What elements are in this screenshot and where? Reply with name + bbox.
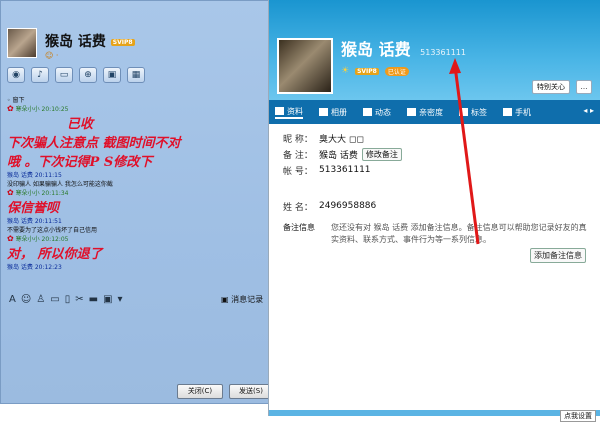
profile-avatar[interactable]: [277, 38, 333, 94]
tab-phone[interactable]: 手机: [503, 107, 531, 118]
chat-title: 猴岛 话费 SVIP8: [45, 31, 135, 51]
shake-icon[interactable]: ♙: [36, 294, 45, 305]
send-button[interactable]: 发送(S): [229, 384, 273, 399]
music-icon[interactable]: ▬: [89, 294, 98, 305]
chat-window: 猴岛 话费 SVIP8 ☺ · ◉ ♪ ▭ ⊕ ▣ ▦ ◦ 窗下 ✿ 寒朵小小 …: [0, 0, 273, 404]
screenshot-icon[interactable]: ✂: [75, 294, 83, 305]
remark-value: 猴岛 话费: [319, 150, 358, 161]
message-header: ✿ 寒朵小小 20:11:34: [7, 188, 69, 197]
image-icon[interactable]: ▭: [50, 294, 59, 305]
message-line: 保信誉呗: [7, 201, 60, 216]
profile-info: 昵 称： 臭大大 ◻◻ 备 注： 猴岛 话费 修改备注 帐 号： 513361111 姓…: [283, 130, 402, 214]
message-header: 猴岛 话费 20:11:51: [7, 218, 62, 225]
vip-badge: SVIP8: [110, 38, 135, 46]
settings-tip[interactable]: 点我设置: [560, 410, 596, 422]
more-icon[interactable]: ▾: [118, 294, 123, 305]
font-icon[interactable]: A: [9, 294, 16, 305]
remark-info-text: 您还没有对 猴岛 话费 添加备注信息。备注信息可以帮助您记录好友的真实资料、联系…: [331, 223, 587, 244]
nickname-value: 臭大大 ◻◻: [319, 134, 364, 145]
profile-window: 猴岛 话费 513361111 ☀ SVIP8 已认证 特别关心 … 资料 相册…: [268, 0, 600, 416]
emoji-icon[interactable]: ☺: [21, 294, 31, 305]
message-line: 对， 所以你退了: [7, 247, 103, 262]
tab-profile[interactable]: 资料: [275, 106, 303, 119]
message-line: 下次骗人注意点 截图时间不对: [7, 136, 181, 151]
gift-icon[interactable]: ▣: [103, 294, 112, 305]
name-value: 2496958886: [319, 201, 377, 211]
name-label: 姓 名：: [283, 202, 313, 213]
tab-tags[interactable]: 标签: [459, 107, 487, 118]
message-line: 不需要为了这点小钱坏了自己信用: [7, 227, 98, 234]
voice-call-icon[interactable]: ♪: [31, 67, 49, 83]
message-line: 没印骗人 如果骗骗人 我怎么可能这你截: [7, 181, 113, 188]
message-header: 猴岛 话费 20:12:23: [7, 264, 62, 271]
message-header: ✿ 寒朵小小 20:10:25: [7, 104, 69, 113]
tab-album[interactable]: 相册: [319, 107, 347, 118]
profile-qq-number: 513361111: [420, 48, 466, 57]
feed-icon: [363, 108, 372, 116]
remark-info-label: 备注信息: [283, 223, 315, 232]
message-line: 已收: [67, 117, 94, 132]
message-line: ◦ 窗下: [7, 97, 25, 104]
chat-icon[interactable]: …: [576, 80, 592, 94]
message-list: ◦ 窗下 ✿ 寒朵小小 20:10:25 已收 下次骗人注意点 截图时间不对 哦…: [7, 95, 269, 271]
profile-banner: 猴岛 话费 513361111 ☀ SVIP8 已认证 特别关心 …: [269, 0, 600, 100]
phone-icon: [503, 108, 512, 116]
remote-assist-icon[interactable]: ⊕: [79, 67, 97, 83]
account-value: 513361111: [319, 165, 371, 175]
close-button[interactable]: 关闭(C): [177, 384, 223, 399]
screen-share-icon[interactable]: ▣: [103, 67, 121, 83]
chat-toolbar: ◉ ♪ ▭ ⊕ ▣ ▦: [7, 67, 145, 83]
heart-icon: [407, 108, 416, 116]
file-transfer-icon[interactable]: ▭: [55, 67, 73, 83]
profile-status-icons: ☀ SVIP8 已认证: [341, 66, 409, 76]
message-records-button[interactable]: ▣ 消息记录: [221, 294, 263, 305]
video-call-icon[interactable]: ◉: [7, 67, 25, 83]
edit-remark-button[interactable]: 修改备注: [361, 147, 402, 161]
flower-icon: ✿: [7, 234, 14, 243]
message-line: 哦 。下次记得P S修改下: [7, 155, 153, 170]
flower-icon: ✿: [7, 104, 14, 113]
flower-icon: ✿: [7, 188, 14, 197]
sun-icon: ☀: [341, 66, 350, 76]
remark-info: 备注信息 您还没有对 猴岛 话费 添加备注信息。备注信息可以帮助您记录好友的真实…: [283, 222, 587, 244]
message-header: 猴岛 话费 20:11:15: [7, 172, 62, 179]
voice-message-icon[interactable]: ▯: [65, 294, 71, 305]
tab-feed[interactable]: 动态: [363, 107, 391, 118]
contact-avatar[interactable]: [7, 28, 37, 58]
special-care-button[interactable]: 特别关心: [532, 80, 570, 94]
add-remark-button[interactable]: 添加备注信息: [530, 248, 586, 263]
bottom-strip: [269, 410, 600, 416]
verified-badge: 已认证: [384, 66, 409, 76]
remark-label: 备 注：: [283, 150, 313, 161]
chat-contact-name: 猴岛 话费: [45, 34, 106, 50]
tab-scroll-arrows[interactable]: ◂ ▸: [583, 106, 594, 115]
account-label: 帐 号：: [283, 166, 313, 177]
status-icons: ☺ ·: [45, 51, 59, 60]
tab-intimacy[interactable]: 亲密度: [407, 107, 443, 118]
nickname-label: 昵 称：: [283, 134, 313, 145]
card-icon: [275, 107, 284, 115]
message-header: ✿ 寒朵小小 20:12:05: [7, 234, 69, 243]
tag-icon: [459, 108, 468, 116]
input-toolbar: A ☺ ♙ ▭ ▯ ✂ ▬ ▣ ▾ ▣ 消息记录: [9, 294, 263, 305]
vip-badge: SVIP8: [355, 67, 379, 75]
profile-tabs: 资料 相册 动态 亲密度 标签 手机: [269, 100, 600, 124]
apps-icon[interactable]: ▦: [127, 67, 145, 83]
album-icon: [319, 108, 328, 116]
profile-name: 猴岛 话费 513361111: [341, 40, 466, 59]
